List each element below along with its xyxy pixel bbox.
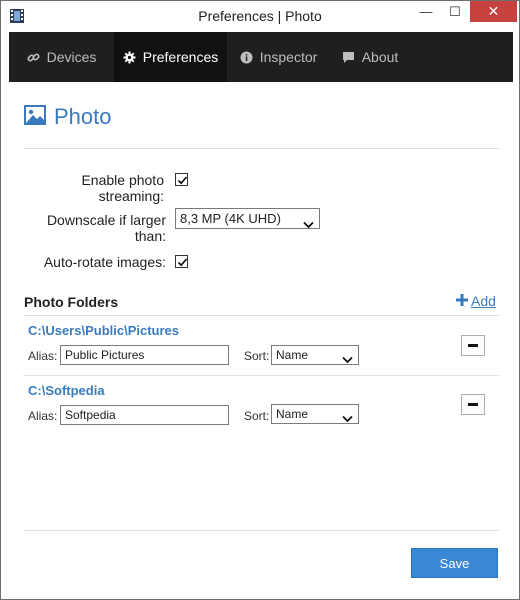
section-title: Photo <box>54 104 112 129</box>
remove-folder-button[interactable] <box>461 335 485 356</box>
remove-folder-button[interactable] <box>461 394 485 415</box>
sort-label: Sort: <box>244 349 270 363</box>
preferences-window: Preferences | Photo — ☐ ✕ Devices Prefer… <box>0 0 520 600</box>
checkmark-icon <box>177 258 188 267</box>
alias-input[interactable]: Softpedia <box>60 405 229 425</box>
plus-icon <box>456 293 468 309</box>
tab-bar: Devices Preferences Inspector About <box>9 32 513 82</box>
folder-divider <box>23 375 499 376</box>
tab-devices-label: Devices <box>46 49 97 65</box>
minus-icon <box>468 344 478 347</box>
folder-path: C:\Users\Public\Pictures <box>28 323 179 338</box>
minus-icon <box>468 403 478 406</box>
autorotate-label: Auto-rotate images: <box>43 254 166 270</box>
chevron-down-icon <box>303 215 314 234</box>
gear-icon <box>123 51 136 64</box>
checkmark-icon <box>177 176 188 185</box>
tab-inspector[interactable]: Inspector <box>227 32 330 82</box>
picture-icon <box>24 104 46 130</box>
chevron-down-icon <box>342 410 353 428</box>
downscale-select[interactable]: 8,3 MP (4K UHD) <box>175 208 320 229</box>
minimize-button[interactable]: — <box>412 1 440 22</box>
sort-label: Sort: <box>244 409 270 423</box>
add-folder-label: Add <box>471 293 496 309</box>
sort-select[interactable]: Name <box>271 345 359 365</box>
link-icon <box>27 51 40 64</box>
save-button[interactable]: Save <box>411 548 498 578</box>
tab-preferences-label: Preferences <box>142 49 219 65</box>
sort-value: Name <box>276 407 309 421</box>
tab-about-label: About <box>361 49 399 65</box>
close-button[interactable]: ✕ <box>470 1 517 22</box>
sort-select[interactable]: Name <box>271 404 359 424</box>
downscale-label: Downscale if larger than: <box>46 212 166 244</box>
info-icon <box>240 51 253 64</box>
tab-about[interactable]: About <box>330 32 410 82</box>
folder-path: C:\Softpedia <box>28 383 105 398</box>
alias-label: Alias: <box>28 349 58 363</box>
content-panel: Photo Enable photo streaming: Downscale … <box>9 82 513 594</box>
streaming-checkbox[interactable] <box>175 173 188 186</box>
maximize-button[interactable]: ☐ <box>441 1 469 22</box>
chat-icon <box>342 51 355 64</box>
photo-folders-title: Photo Folders <box>24 294 119 310</box>
title-bar[interactable]: Preferences | Photo — ☐ ✕ <box>1 1 519 32</box>
tab-devices[interactable]: Devices <box>9 32 114 82</box>
section-divider <box>23 148 499 149</box>
streaming-label: Enable photo streaming: <box>81 172 164 204</box>
section-header: Photo <box>24 104 112 130</box>
tab-preferences[interactable]: Preferences <box>114 32 227 82</box>
autorotate-checkbox[interactable] <box>175 255 188 268</box>
chevron-down-icon <box>342 351 353 369</box>
add-folder-button[interactable]: Add <box>456 293 496 309</box>
alias-label: Alias: <box>28 409 58 423</box>
footer-divider <box>23 530 499 531</box>
folders-divider <box>23 315 499 316</box>
sort-value: Name <box>276 348 309 362</box>
alias-input[interactable]: Public Pictures <box>60 345 229 365</box>
tab-inspector-label: Inspector <box>259 49 318 65</box>
downscale-value: 8,3 MP (4K UHD) <box>180 211 281 226</box>
